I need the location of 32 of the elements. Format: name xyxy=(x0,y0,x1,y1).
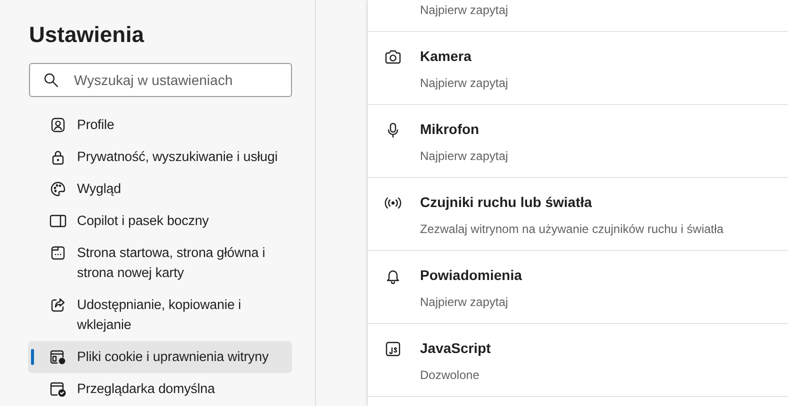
permission-status: Zezwalaj witrynom na używanie czujników ruchu i światła xyxy=(420,221,724,238)
permission-title[interactable]: JavaScript xyxy=(420,338,491,358)
palette-icon xyxy=(49,181,67,197)
permission-status: Najpierw zapytaj xyxy=(420,2,508,19)
permission-title[interactable]: Czujniki ruchu lub światła xyxy=(420,192,724,212)
script-file-icon xyxy=(384,341,402,357)
sidebar-item[interactable]: Strona startowa, strona główna i strona nowej karty xyxy=(28,237,292,289)
search-field[interactable]: Wyszukaj w ustawieniach xyxy=(29,63,292,97)
browser-window-icon xyxy=(49,245,67,261)
sidebar-item[interactable]: Przeglądarka domyślna xyxy=(28,373,292,405)
permission-title[interactable]: Mikrofon xyxy=(420,119,508,139)
settings-title: Ustawienia xyxy=(28,21,146,41)
share-icon xyxy=(49,297,67,313)
permission-status: Najpierw zapytaj xyxy=(420,148,508,165)
permission-status: Najpierw zapytaj xyxy=(420,75,508,92)
permission-title[interactable]: Powiadomienia xyxy=(420,265,522,285)
sidebar-panel-icon xyxy=(49,213,67,229)
default-browser-icon xyxy=(49,381,67,397)
sidebar-item[interactable]: Wygląd xyxy=(28,173,292,205)
sidebar-item[interactable]: Prywatność, wyszukiwanie i usługi xyxy=(28,141,292,173)
sidebar-item[interactable]: Copilot i pasek boczny xyxy=(28,205,292,237)
permission-status: Dozwolone xyxy=(420,367,480,384)
sidebar-item[interactable]: Udostępnianie, kopiowanie i wklejanie xyxy=(28,289,292,341)
cookie-settings-icon xyxy=(49,349,67,365)
sidebar-item[interactable]: Profile xyxy=(28,109,292,141)
sensor-icon xyxy=(384,195,402,211)
profile-icon xyxy=(49,117,67,133)
permission-title[interactable]: Kamera xyxy=(420,46,508,66)
bell-icon xyxy=(384,268,402,284)
camera-icon xyxy=(384,49,402,65)
permission-status: Najpierw zapytaj xyxy=(420,294,510,311)
sidebar-item[interactable]: Pliki cookie i uprawnienia witryny xyxy=(28,341,292,373)
